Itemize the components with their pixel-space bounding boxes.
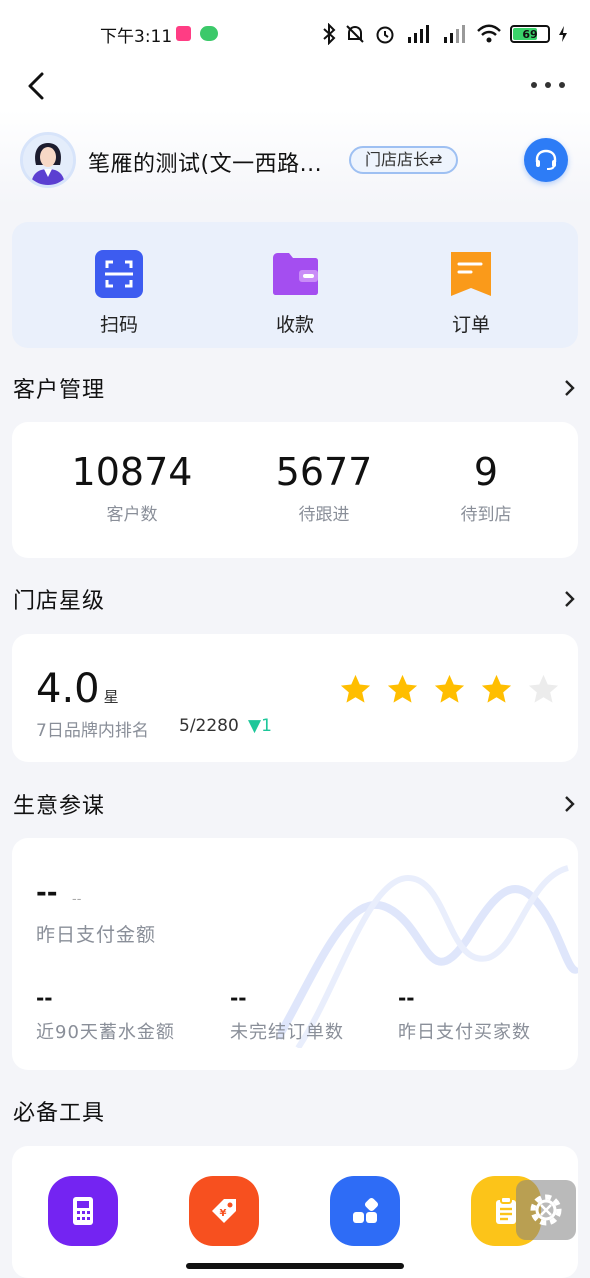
rating-value-group: 4.0 星 (36, 666, 119, 712)
essential-tools-card: ¥ (12, 1146, 578, 1278)
app-notification-icon (176, 26, 191, 41)
quick-action-label: 收款 (275, 314, 314, 336)
status-bar: 下午3:11 69 (0, 0, 590, 62)
rank-label: 7日品牌内排名 (36, 721, 149, 741)
customer-service-button[interactable] (524, 138, 568, 182)
rating-unit: 星 (103, 688, 119, 706)
wallet-icon (273, 253, 318, 295)
quick-action-label: 扫码 (99, 314, 138, 336)
stat-label: 客户数 (106, 505, 158, 525)
star-filled-icon (387, 674, 418, 703)
stat-value: 9 (473, 450, 499, 494)
chevron-right-icon[interactable] (562, 795, 576, 813)
quick-action-label: 订单 (451, 314, 490, 336)
store-rating-card[interactable]: 4.0 星 7日品牌内排名 5/2280 ▼1 (12, 634, 578, 762)
stat-value: 5677 (275, 450, 373, 494)
metric-open-orders: -- 未完结订单数 (230, 986, 344, 1044)
wechat-icon (200, 26, 218, 41)
metric-label: 昨日支付买家数 (398, 1022, 531, 1043)
hd-signal-icon (408, 25, 429, 43)
tool-pos-terminal[interactable] (48, 1176, 118, 1246)
role-switch-badge[interactable]: 门店店长⇄ (349, 146, 459, 174)
home-indicator[interactable] (186, 1263, 404, 1269)
nav-bar (0, 62, 590, 110)
metric-label: 近90天蓄水金额 (36, 1022, 175, 1043)
bluetooth-icon (323, 23, 336, 45)
stat-follow-up[interactable]: 5677 待跟进 (234, 450, 414, 525)
stat-label: 待到店 (460, 505, 512, 525)
metric-90day-reserve: -- 近90天蓄水金额 (36, 986, 175, 1044)
alarm-icon (376, 26, 394, 44)
hd-signal-icon (444, 25, 465, 43)
order-icon (451, 252, 491, 296)
chevron-right-icon[interactable] (562, 379, 576, 397)
gear-icon (530, 1194, 562, 1226)
back-arrow-icon[interactable] (22, 70, 54, 102)
metric-value: -- (36, 986, 53, 1010)
stat-to-visit[interactable]: 9 待到店 (396, 450, 576, 525)
rating-value: 4.0 (36, 666, 100, 712)
stat-value: 10874 (71, 450, 193, 494)
battery-level: 69 (522, 27, 538, 41)
rank-change: ▼1 (248, 716, 272, 736)
star-filled-icon (481, 674, 512, 703)
stat-label: 待跟进 (298, 505, 350, 525)
business-advisor-card[interactable]: -- -- 昨日支付金额 -- 近90天蓄水金额 -- 未完结订单数 -- 昨日… (12, 838, 578, 1070)
wifi-icon (477, 24, 501, 43)
section-title-customers: 客户管理 (13, 378, 106, 403)
stat-customers[interactable]: 10874 客户数 (42, 450, 222, 525)
star-empty-icon (528, 674, 559, 703)
quick-action-scan[interactable]: 扫码 (59, 250, 179, 337)
apps-grid-icon (353, 1197, 379, 1223)
star-rating (338, 672, 561, 707)
battery-icon: 69 (510, 25, 550, 43)
system-icons: 69 (322, 22, 568, 46)
metric-paid-buyers: -- 昨日支付买家数 (398, 986, 531, 1044)
user-avatar-icon (23, 135, 73, 185)
tool-coupon[interactable]: ¥ (189, 1176, 259, 1246)
floating-settings-button[interactable] (516, 1180, 576, 1240)
tool-apps[interactable] (330, 1176, 400, 1246)
metric-label: 未完结订单数 (230, 1022, 344, 1043)
charging-icon (559, 26, 567, 42)
rank-value: 5/2280 (179, 716, 239, 736)
section-title-business: 生意参谋 (13, 794, 106, 819)
store-name[interactable]: 笔雁的测试(文一西路... (88, 146, 322, 178)
metric-value: -- (398, 986, 415, 1010)
pos-terminal-icon (73, 1197, 93, 1225)
mute-icon (346, 25, 364, 43)
coupon-tag-icon: ¥ (212, 1199, 236, 1223)
quick-action-orders[interactable]: 订单 (411, 250, 531, 337)
customer-stats-card: 10874 客户数 5677 待跟进 9 待到店 (12, 422, 578, 558)
section-title-tools: 必备工具 (13, 1101, 106, 1126)
star-filled-icon (340, 674, 371, 703)
metric-value: -- (230, 986, 247, 1010)
quick-actions-card: 扫码 收款 订单 (12, 222, 578, 348)
star-filled-icon (434, 674, 465, 703)
more-options-icon[interactable] (528, 72, 568, 98)
paid-amount-change: -- (72, 892, 82, 907)
status-time: 下午3:11 (100, 27, 173, 47)
avatar[interactable] (20, 132, 76, 188)
paid-amount-label: 昨日支付金额 (36, 924, 157, 946)
svg-text:¥: ¥ (220, 1208, 227, 1219)
paid-amount-value: -- (36, 878, 58, 908)
scan-icon (95, 250, 143, 298)
chevron-right-icon[interactable] (562, 590, 576, 608)
headset-icon (535, 149, 557, 170)
section-title-rating: 门店星级 (13, 589, 106, 614)
store-header: 笔雁的测试(文一西路... 门店店长⇄ (0, 110, 590, 205)
quick-action-collect[interactable]: 收款 (235, 250, 355, 337)
